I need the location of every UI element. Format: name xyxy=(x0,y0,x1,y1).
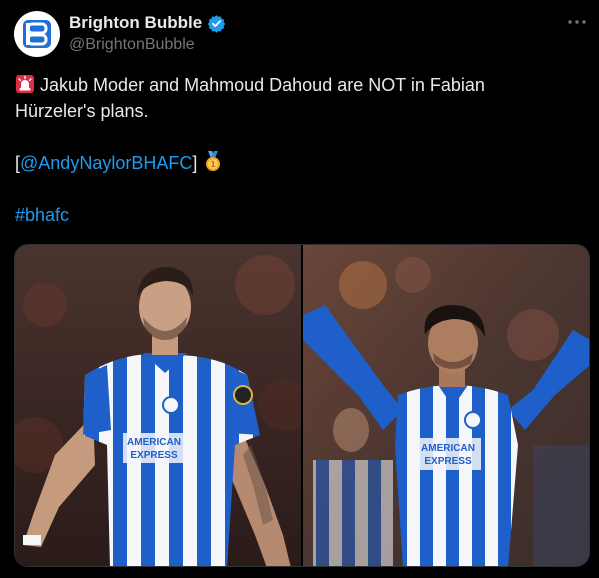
medal-icon: 1 xyxy=(206,151,221,171)
source-mention-link[interactable]: @AndyNaylorBHAFC xyxy=(20,153,192,173)
left-sponsor-line-2: EXPRESS xyxy=(130,450,178,461)
tweet-text: Jakub Moder and Mahmoud Dahoud are NOT i… xyxy=(15,72,585,228)
more-options-button[interactable] xyxy=(567,12,587,32)
right-sponsor-line-2: EXPRESS xyxy=(424,456,472,467)
tweet-source-line: [@AndyNaylorBHAFC] 1 xyxy=(15,150,585,176)
display-name[interactable]: Brighton Bubble xyxy=(69,13,202,33)
player-photo-left: AMERICAN EXPRESS xyxy=(15,245,301,566)
author-name-row[interactable]: Brighton Bubble xyxy=(69,13,226,33)
media-grid: AMERICAN EXPRESS AMERICAN EXPRESS xyxy=(14,244,590,567)
avatar[interactable] xyxy=(14,11,60,57)
player-photo-right: AMERICAN EXPRESS xyxy=(303,245,589,566)
brighton-bubble-logo-icon xyxy=(23,20,51,48)
photo-left[interactable]: AMERICAN EXPRESS xyxy=(15,245,301,566)
blank-line-2 xyxy=(15,176,585,202)
hashtag-link[interactable]: #bhafc xyxy=(15,205,69,225)
verified-badge-icon xyxy=(207,14,226,33)
siren-icon xyxy=(16,75,34,93)
svg-text:1: 1 xyxy=(211,160,217,169)
photo-right[interactable]: AMERICAN EXPRESS xyxy=(303,245,589,566)
tweet-line-1: Jakub Moder and Mahmoud Dahoud are NOT i… xyxy=(15,72,585,98)
more-dots-icon xyxy=(568,20,586,24)
author-handle[interactable]: @BrightonBubble xyxy=(69,36,195,54)
tweet-hashtag-line: #bhafc xyxy=(15,202,585,228)
left-sponsor-line-1: AMERICAN xyxy=(127,437,181,448)
right-sponsor-line-1: AMERICAN xyxy=(421,443,475,454)
tweet-line-2: Hürzeler's plans. xyxy=(15,101,149,121)
